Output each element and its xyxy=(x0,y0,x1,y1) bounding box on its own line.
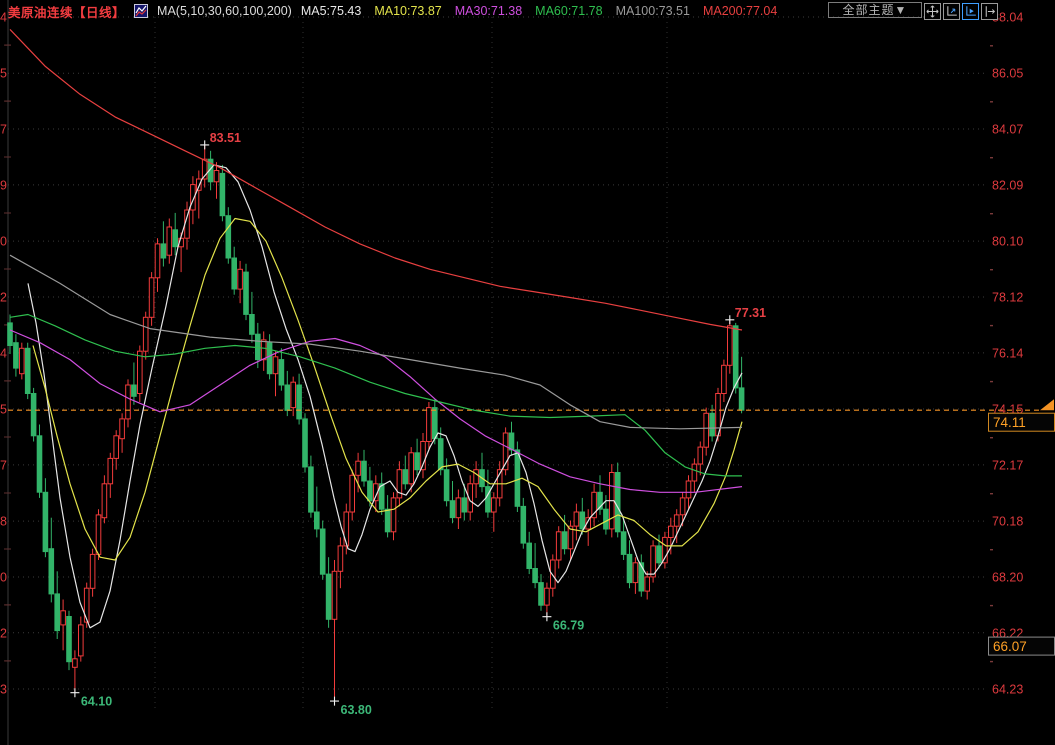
chart-header: 美原油连续【日线】 MA(5,10,30,60,100,200) MA5:75.… xyxy=(8,2,777,20)
ma60-line xyxy=(9,313,742,477)
axis-scale-icon xyxy=(947,6,957,16)
svg-text:64.23: 64.23 xyxy=(992,683,1023,697)
left-axis-label-clipped: 70.18 xyxy=(0,515,7,529)
current-priceline xyxy=(8,399,1054,411)
ma-lines-layer xyxy=(9,28,743,629)
ma-value: MA60:71.78 xyxy=(535,4,603,18)
candles-layer xyxy=(7,144,745,702)
y-axis-labels: 88.0488.0486.0586.0584.0784.0782.0982.09… xyxy=(0,11,1023,697)
symbol-title: 美原油连续【日线】 xyxy=(8,2,125,21)
axis-pointer-icon-button[interactable] xyxy=(962,3,979,20)
left-axis-label-clipped: 86.05 xyxy=(0,67,7,81)
svg-text:84.07: 84.07 xyxy=(992,123,1023,137)
left-axis-label-clipped: 72.17 xyxy=(0,458,7,472)
line-chart-icon xyxy=(134,4,149,18)
ma-value: MA5:75.43 xyxy=(300,4,362,18)
chart-toolbar xyxy=(924,3,998,20)
left-axis-label-clipped: 88.04 xyxy=(0,11,7,25)
ma-value: MA30:71.38 xyxy=(454,4,523,18)
pan-exit-icon xyxy=(985,6,996,17)
pan-exit-icon-button[interactable] xyxy=(981,3,998,20)
indicator-params: MA(5,10,30,60,100,200) xyxy=(157,4,292,18)
theme-dropdown-button[interactable]: 全部主题▼ xyxy=(828,2,922,18)
left-axis-label-clipped: 66.22 xyxy=(0,626,7,640)
extreme-price-label: 83.51 xyxy=(210,131,241,145)
left-axis-label-clipped: 68.20 xyxy=(0,571,7,585)
ma100-line xyxy=(9,254,743,430)
left-axis-label-clipped: 84.07 xyxy=(0,123,7,137)
price-tag-value: 66.07 xyxy=(993,639,1027,654)
ma-value: MA100:73.51 xyxy=(615,4,690,18)
ma-values-row: MA5:75.43 MA10:73.87 MA30:71.38 MA60:71.78 M… xyxy=(301,4,777,18)
left-axis-label-clipped: 74.15 xyxy=(0,403,7,417)
left-axis-label-clipped: 76.14 xyxy=(0,346,7,360)
extreme-price-label: 64.10 xyxy=(81,695,112,709)
svg-text:80.10: 80.10 xyxy=(992,235,1023,249)
svg-text:76.14: 76.14 xyxy=(992,346,1023,360)
svg-text:68.20: 68.20 xyxy=(992,571,1023,585)
price-tag-value: 74.11 xyxy=(993,415,1026,430)
axis-scale-icon-button[interactable] xyxy=(943,3,960,20)
axis-price-tags: 74.11 66.07 xyxy=(988,412,1055,656)
extreme-price-label: 63.80 xyxy=(341,703,372,717)
period-label: 【日线】 xyxy=(73,5,126,20)
move-crosshair-icon-button[interactable] xyxy=(924,3,941,20)
priceline-arrow-icon xyxy=(1040,399,1054,411)
extreme-price-label: 77.31 xyxy=(735,306,766,320)
axis-pointer-icon xyxy=(966,6,976,16)
ma-value: MA10:73.87 xyxy=(374,4,442,18)
symbol-name: 美原油连续 xyxy=(8,5,74,20)
move-crosshair-icon xyxy=(926,5,939,18)
price-chart-canvas[interactable]: 83.5177.3164.1063.8066.7988.0488.0486.05… xyxy=(0,0,1055,745)
left-axis-label-clipped: 78.12 xyxy=(0,291,7,305)
svg-text:70.18: 70.18 xyxy=(992,515,1023,529)
ma200-line xyxy=(9,28,743,331)
svg-text:82.09: 82.09 xyxy=(992,178,1023,192)
svg-text:78.12: 78.12 xyxy=(992,291,1023,305)
extreme-price-label: 66.79 xyxy=(553,619,584,633)
svg-text:72.17: 72.17 xyxy=(992,458,1023,472)
trading-app-window: 83.5177.3164.1063.8066.7988.0488.0486.05… xyxy=(0,0,1055,745)
ma-value: MA200:77.04 xyxy=(702,4,778,18)
left-axis-label-clipped: 80.10 xyxy=(0,235,7,249)
svg-text:86.05: 86.05 xyxy=(992,67,1023,81)
left-axis-label-clipped: 82.09 xyxy=(0,178,7,192)
left-axis-label-clipped: 64.23 xyxy=(0,683,7,697)
